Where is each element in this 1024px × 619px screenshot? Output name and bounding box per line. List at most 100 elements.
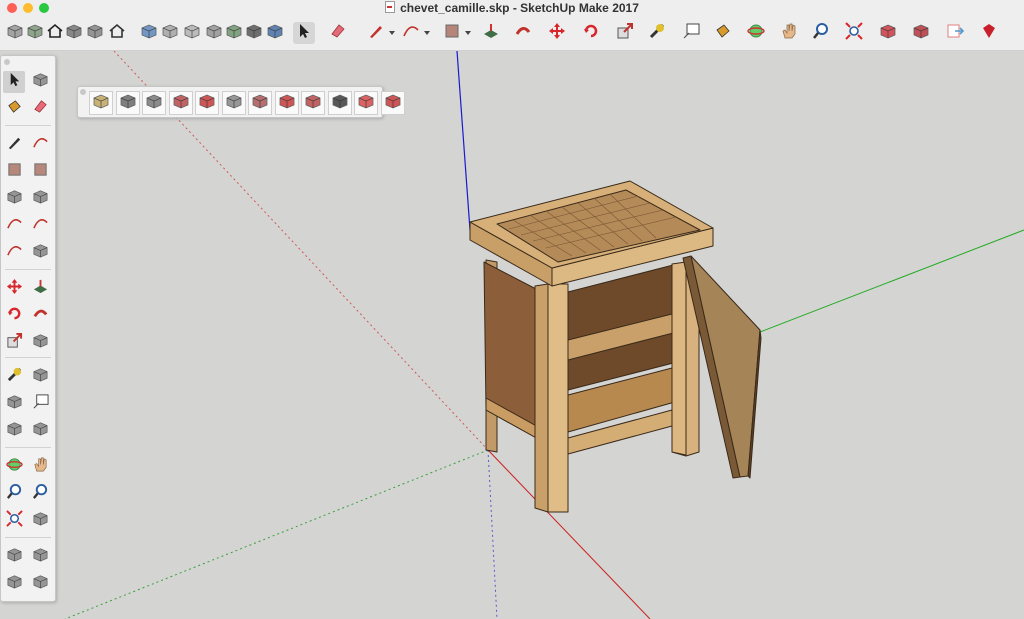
select-tool-button[interactable]	[293, 22, 315, 44]
sidebar-3pt-arc-button[interactable]	[3, 242, 25, 264]
paint-bucket-button[interactable]	[712, 22, 734, 44]
back-edges-button[interactable]	[159, 22, 181, 44]
profile-button[interactable]	[221, 91, 246, 115]
layout-button[interactable]	[380, 91, 405, 115]
hidden-line-button[interactable]	[203, 22, 225, 44]
sidebar-protractor-button[interactable]	[3, 393, 25, 415]
chamfer-button[interactable]	[274, 91, 299, 115]
sidebar-offset-button[interactable]	[29, 332, 51, 354]
paint-bucket-icon	[714, 22, 732, 45]
toolbar-close-button[interactable]	[80, 89, 86, 95]
sidebar-polygon-button[interactable]	[29, 188, 51, 210]
sidebar-follow-me-button[interactable]	[29, 305, 51, 327]
iso-view-button[interactable]	[63, 22, 85, 44]
sidebar-text-button[interactable]	[29, 393, 51, 415]
front-view-button[interactable]	[84, 22, 106, 44]
pencil-dropdown-arrow[interactable]	[389, 31, 395, 35]
shaded-icon	[225, 22, 243, 45]
rectangle-dropdown-arrow[interactable]	[465, 31, 471, 35]
zoom-button[interactable]	[810, 22, 832, 44]
list-report-button[interactable]	[142, 91, 166, 115]
shaded-textures-button[interactable]	[243, 22, 265, 44]
sidebar-walk-button[interactable]	[29, 546, 51, 568]
window-title-text: chevet_camille.skp - SketchUp Make 2017	[400, 1, 639, 15]
sidebar-move-button[interactable]	[3, 278, 25, 300]
sidebar-orbit-button[interactable]	[3, 456, 25, 478]
sidebar-tape-measure-button[interactable]	[3, 366, 25, 388]
dimension-tool-button[interactable]	[115, 91, 140, 115]
sidebar-rotated-rectangle-button[interactable]	[29, 161, 51, 183]
groove-button[interactable]	[327, 91, 352, 115]
follow-me-icon	[514, 22, 532, 45]
sidebar-select-button[interactable]	[3, 71, 25, 93]
sidebar-pan-button[interactable]	[29, 456, 51, 478]
move-icon	[548, 22, 566, 45]
sidebar-eraser-button[interactable]	[29, 98, 51, 120]
xray-button[interactable]	[138, 22, 160, 44]
sidebar-2pt-arc-button[interactable]	[29, 215, 51, 237]
sidebar-position-camera-button[interactable]	[3, 546, 25, 568]
components-button[interactable]	[24, 22, 46, 44]
model-viewport[interactable]	[0, 51, 1024, 619]
sidebar-zoom-window-button[interactable]	[29, 483, 51, 505]
dado-button[interactable]	[248, 91, 272, 115]
dado-icon	[251, 92, 269, 115]
tenon-button[interactable]	[195, 91, 219, 115]
rotate-button[interactable]	[580, 22, 602, 44]
send-to-layout-button[interactable]	[944, 22, 966, 44]
arc-dropdown-arrow[interactable]	[424, 31, 430, 35]
sidebar-scale-button[interactable]	[3, 332, 25, 354]
sidebar-push-pull-button[interactable]	[29, 278, 51, 300]
move-button[interactable]	[546, 22, 568, 44]
sidebar-section-plane-button[interactable]	[29, 573, 51, 595]
orbit-button[interactable]	[745, 22, 767, 44]
sidebar-paint-bucket-button[interactable]	[3, 98, 25, 120]
pan-button[interactable]	[778, 22, 800, 44]
sidebar-3d-text-button[interactable]	[29, 420, 51, 442]
sidebar-look-around-button[interactable]	[3, 573, 25, 595]
arc-button[interactable]	[400, 22, 422, 44]
pencil-button[interactable]	[365, 22, 387, 44]
sidebar-pie-button[interactable]	[29, 242, 51, 264]
wireframe-button[interactable]	[181, 22, 203, 44]
sidebar-freehand-button[interactable]	[29, 134, 51, 156]
sidebar-zoom-button[interactable]	[3, 483, 25, 505]
extension-manager-button[interactable]	[978, 22, 1000, 44]
tape-measure-button[interactable]	[646, 22, 668, 44]
scene-canvas[interactable]	[0, 51, 1024, 619]
push-pull-button[interactable]	[480, 22, 502, 44]
shaded-button[interactable]	[223, 22, 245, 44]
sidebar-rotate-button[interactable]	[3, 305, 25, 327]
warehouse-button[interactable]	[4, 22, 26, 44]
scale-icon	[6, 332, 23, 354]
follow-me-button[interactable]	[512, 22, 534, 44]
sidebar-axes-button[interactable]	[3, 420, 25, 442]
bill-of-materials-button[interactable]	[89, 91, 113, 115]
eraser-button[interactable]	[327, 22, 349, 44]
palette-divider	[5, 447, 51, 448]
sidebar-dimension-button[interactable]	[29, 366, 51, 388]
sidebar-circle-button[interactable]	[3, 188, 25, 210]
3d-warehouse-button[interactable]	[877, 22, 899, 44]
zoom-extents-button[interactable]	[843, 21, 865, 44]
cut-list-button[interactable]	[354, 91, 378, 115]
top-house-button[interactable]	[106, 22, 128, 44]
follow-me-icon	[32, 305, 49, 327]
arc-icon	[6, 215, 23, 237]
text-tool-button[interactable]	[680, 22, 702, 44]
round-edge-button[interactable]	[301, 91, 325, 115]
sidebar-component-button[interactable]	[29, 71, 51, 93]
palette-close-button[interactable]	[4, 59, 10, 65]
scale-button[interactable]	[614, 22, 636, 44]
title-bar: chevet_camille.skp - SketchUp Make 2017	[0, 0, 1024, 16]
joint-button[interactable]	[168, 91, 193, 115]
sidebar-arc-button[interactable]	[3, 215, 25, 237]
rotate-icon	[582, 22, 600, 45]
monochrome-button[interactable]	[264, 22, 286, 44]
sidebar-zoom-extents-button[interactable]	[3, 510, 25, 532]
rectangle-button[interactable]	[441, 22, 463, 44]
sidebar-rectangle-button[interactable]	[3, 161, 25, 183]
extension-warehouse-button[interactable]	[910, 22, 932, 44]
sidebar-pencil-button[interactable]	[3, 134, 25, 156]
sidebar-previous-view-button[interactable]	[29, 510, 51, 532]
